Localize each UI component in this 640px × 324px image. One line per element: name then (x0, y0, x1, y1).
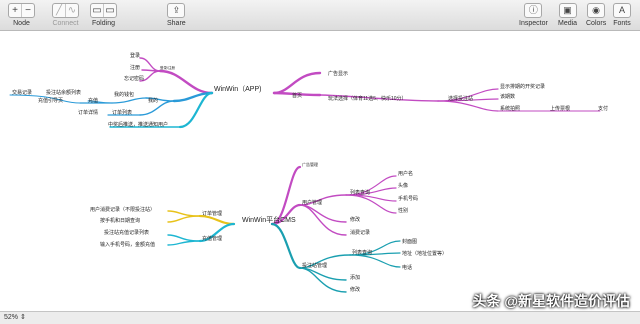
node-ad-display[interactable]: 广告显示 (328, 70, 348, 77)
node-order-detail[interactable]: 订单详情 (78, 109, 98, 116)
node-show-near[interactable]: 显示排期的开奖记录 (500, 83, 545, 90)
node-trade-detail[interactable]: 投注站余额列表 (46, 89, 81, 96)
share-icon[interactable]: ⇪ (167, 3, 186, 18)
node-trade-record[interactable]: 交易记录 (12, 89, 32, 96)
share-label: Share (167, 20, 186, 27)
connect-curve-icon[interactable]: ∿ (66, 4, 78, 17)
stepper-icon[interactable]: ⇕ (20, 314, 26, 321)
watermark: 头条 @新星软件造价评估 (472, 293, 630, 309)
colors-label: Colors (586, 20, 607, 27)
media-label: Media (558, 20, 578, 27)
node-login-tag[interactable]: 登录/注册 (160, 65, 175, 70)
node-mine[interactable]: 我的 (148, 97, 158, 104)
inspector-label: Inspector (519, 20, 548, 27)
inspector-group: ⓘ Inspector (519, 3, 548, 27)
folding-group: ▭ ▭ Folding (90, 3, 117, 27)
node-station-list[interactable]: 列表查询 (352, 249, 372, 256)
folding-label: Folding (92, 20, 115, 27)
node-input-phone[interactable]: 输入手机号码，金额充值 (100, 241, 155, 248)
node-recharge-page[interactable]: 充值引导页 (38, 97, 63, 104)
node-username[interactable]: 用户名 (398, 170, 413, 177)
mindmap-canvas[interactable]: WinWin（APP) 登录 注册 登录/注册 忘记密码 我的 我的钱包 充值 … (0, 31, 640, 311)
node-upload-ticket[interactable]: 上传票根 (550, 105, 570, 112)
fonts-label: Fonts (613, 20, 631, 27)
node-ad-mgmt[interactable]: 广告管理 (302, 161, 318, 167)
node-by-phone[interactable]: 按手机和日期查询 (100, 217, 140, 224)
share-group: ⇪ Share (167, 3, 186, 27)
toolbar: + − Node ╱ ∿ Connect ▭ ▭ Folding ⇪ Share… (0, 0, 640, 31)
cms-root-node[interactable]: WinWin平台CMS (242, 215, 296, 224)
node-add[interactable]: 添加 (350, 274, 360, 281)
node-store-name[interactable]: 封面图 (402, 238, 417, 245)
node-label: Node (13, 20, 30, 27)
node-home[interactable]: 首页 (292, 92, 302, 99)
node-group: + − Node (8, 3, 35, 27)
node-gender[interactable]: 性别 (398, 207, 408, 214)
node-order-list[interactable]: 订单列表 (112, 109, 132, 116)
node-login[interactable]: 登录 (130, 52, 140, 59)
node-station-recharge[interactable]: 投注站充值记录列表 (104, 229, 149, 236)
palette-icon[interactable]: ◉ (587, 3, 606, 18)
node-tel[interactable]: 电话 (402, 264, 412, 271)
connect-buttons: ╱ ∿ (52, 3, 79, 18)
node-address[interactable]: 地址（地址位置等） (402, 250, 447, 257)
media-group: ▣ Media (558, 3, 577, 27)
node-forgot-password[interactable]: 忘记密码 (124, 75, 144, 82)
node-edit[interactable]: 修改 (350, 216, 360, 223)
node-avatar[interactable]: 头像 (398, 182, 408, 189)
node-phone[interactable]: 手机号码 (398, 195, 418, 202)
node-user-consume[interactable]: 用户消费记录（不限投注站） (90, 206, 155, 213)
connect-label: Connect (52, 20, 79, 27)
node-period[interactable]: 该期数 (500, 93, 515, 100)
zoom-value: 52% (4, 314, 19, 321)
fold-icon[interactable]: ▭ (91, 4, 104, 17)
node-register[interactable]: 注册 (130, 64, 140, 71)
node-system-photo[interactable]: 系统拍照 (500, 105, 520, 112)
colors-group: ◉ Colors (586, 3, 606, 27)
app-root-node[interactable]: WinWin（APP) (214, 85, 261, 93)
node-wallet[interactable]: 我的钱包 (114, 91, 134, 98)
node-modify[interactable]: 修改 (350, 286, 360, 293)
remove-node-button[interactable]: − (22, 4, 34, 17)
connect-group: ╱ ∿ Connect (52, 3, 79, 27)
status-bar: 52% ⇕ (0, 311, 640, 324)
fonts-group: A Fonts (613, 3, 631, 27)
connect-line-icon[interactable]: ╱ (53, 4, 66, 17)
unfold-icon[interactable]: ▭ (104, 4, 116, 17)
font-icon[interactable]: A (613, 3, 631, 18)
node-buttons: + − (8, 3, 35, 18)
node-recharge[interactable]: 充值 (88, 97, 98, 104)
node-recharge-mgmt[interactable]: 充值管理 (202, 235, 222, 242)
add-node-button[interactable]: + (9, 4, 22, 17)
node-order-mgmt[interactable]: 订单管理 (202, 210, 222, 217)
zoom-level[interactable]: 52% ⇕ (4, 313, 26, 321)
node-play-select[interactable]: 玩法选择（体育11选5、快乐10分） (328, 95, 407, 102)
node-consume[interactable]: 消费记录 (350, 229, 370, 236)
image-icon[interactable]: ▣ (558, 3, 577, 18)
folding-buttons: ▭ ▭ (90, 3, 117, 18)
node-user-list[interactable]: 列表查询 (350, 189, 370, 196)
node-user-mgmt[interactable]: 用户管理 (302, 199, 322, 206)
node-select-station[interactable]: 选择投注站 (448, 95, 473, 102)
node-station-mgmt[interactable]: 投注站管理 (302, 262, 327, 269)
mindmap-svg[interactable]: WinWin（APP) 登录 注册 登录/注册 忘记密码 我的 我的钱包 充值 … (0, 31, 640, 311)
info-icon[interactable]: ⓘ (524, 3, 543, 18)
node-win-push[interactable]: 中奖后推送，推送通知用户 (108, 121, 168, 128)
node-pay[interactable]: 支付 (598, 105, 608, 112)
